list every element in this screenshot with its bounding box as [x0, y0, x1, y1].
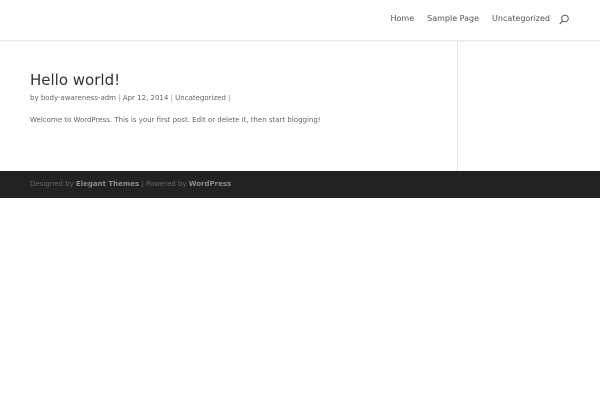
footer-platform-link[interactable]: WordPress: [189, 180, 231, 188]
sidebar-divider: [457, 41, 458, 171]
post-meta: by body-awareness-adm | Apr 12, 2014 | U…: [30, 94, 231, 103]
site-footer: Designed by Elegant Themes | Powered by …: [0, 171, 600, 198]
footer-designer-link[interactable]: Elegant Themes: [76, 180, 139, 188]
post-date: Apr 12, 2014: [122, 94, 169, 102]
footer-credits: Designed by Elegant Themes | Powered by …: [30, 180, 231, 189]
footer-powered-by: | Powered by: [141, 180, 187, 188]
search-icon[interactable]: [557, 12, 571, 26]
post-meta-by: by: [30, 94, 39, 102]
nav-item-sample-page[interactable]: Sample Page: [427, 14, 479, 24]
main-nav: Home Sample Page Uncategorized: [378, 14, 551, 24]
post-body: Welcome to WordPress. This is your first…: [30, 116, 321, 124]
site-header: Home Sample Page Uncategorized: [0, 0, 600, 41]
post-title[interactable]: Hello world!: [30, 71, 120, 89]
nav-item-uncategorized[interactable]: Uncategorized: [492, 14, 550, 24]
post-author-link[interactable]: body-awareness-adm: [41, 94, 116, 102]
meta-separator: |: [170, 94, 173, 102]
meta-separator: |: [228, 94, 231, 102]
nav-item-home[interactable]: Home: [391, 14, 415, 24]
footer-designed-by: Designed by: [30, 180, 74, 188]
post-category-link[interactable]: Uncategorized: [175, 94, 226, 102]
meta-separator: |: [118, 94, 121, 102]
main-content: Hello world! by body-awareness-adm | Apr…: [0, 41, 457, 171]
